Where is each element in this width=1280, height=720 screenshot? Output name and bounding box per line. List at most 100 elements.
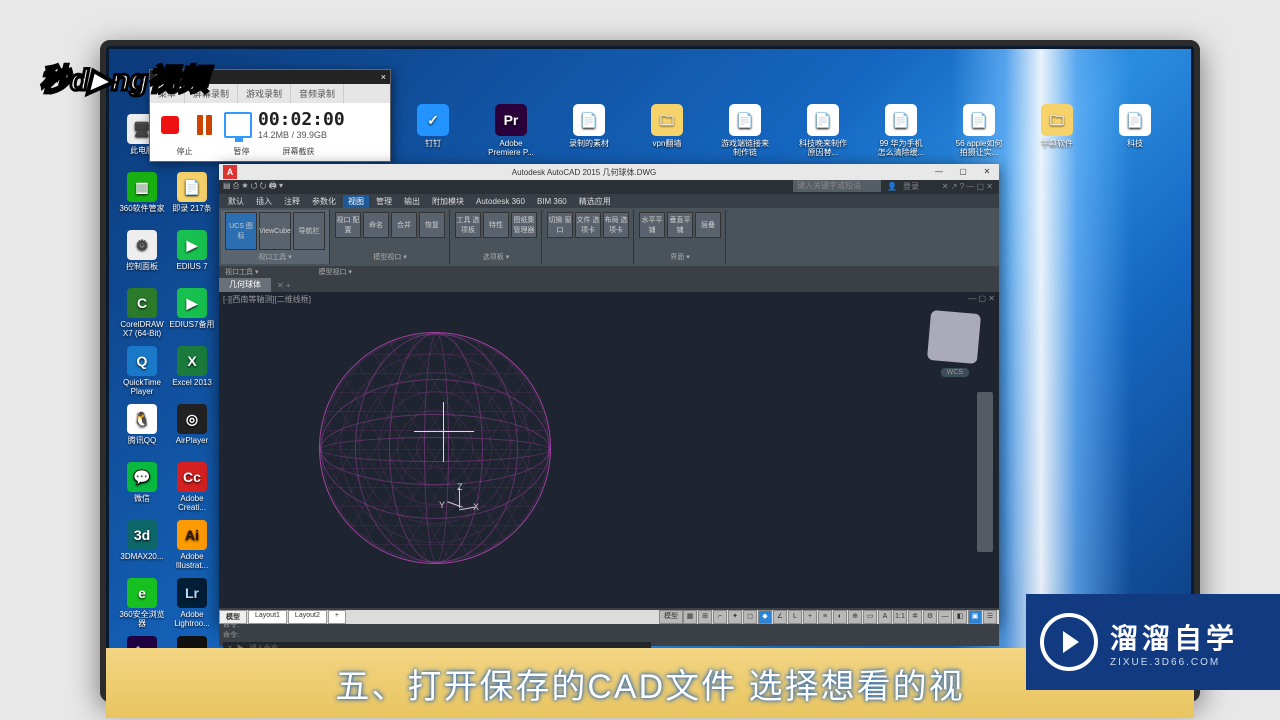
- layout-tab[interactable]: Layout1: [248, 610, 287, 624]
- desktop-icon[interactable]: CCorelDRAW X7 (64-Bit): [119, 288, 165, 340]
- menu-tab[interactable]: 参数化: [307, 195, 341, 208]
- recorder-screenshot-button[interactable]: [224, 111, 252, 139]
- viewport-label[interactable]: [-][西南等轴测][二维线框]: [223, 294, 311, 305]
- ribbon-button[interactable]: 文件 选项卡: [575, 212, 601, 238]
- desktop-icon[interactable]: e360安全浏览器: [119, 578, 165, 630]
- recorder-close-button[interactable]: ×: [381, 72, 386, 82]
- desktop-icon[interactable]: 📄录制的素材: [565, 104, 613, 157]
- recorder-stop-button[interactable]: [156, 111, 184, 139]
- layout-tab[interactable]: Layout2: [288, 610, 327, 624]
- osnap-icon[interactable]: ◻: [743, 610, 757, 624]
- ribbon-button[interactable]: 图纸集 管理器: [511, 212, 537, 238]
- document-tab[interactable]: 几何球体: [219, 278, 271, 292]
- otrack-icon[interactable]: ∠: [773, 610, 787, 624]
- ribbon-button[interactable]: 视口 配置: [335, 212, 361, 238]
- custom-icon[interactable]: ☰: [983, 610, 997, 624]
- qp-icon[interactable]: ⊕: [848, 610, 862, 624]
- minimize-button[interactable]: —: [927, 164, 951, 180]
- menu-tab[interactable]: BIM 360: [532, 196, 572, 207]
- desktop-icon[interactable]: LrAdobe Lightroo...: [169, 578, 215, 630]
- recorder-tab[interactable]: 音频录制: [291, 84, 344, 103]
- login-label[interactable]: 登录: [903, 181, 919, 192]
- add-layout-button[interactable]: +: [328, 610, 346, 624]
- selection-icon[interactable]: ▭: [863, 610, 877, 624]
- layout-tab[interactable]: 模型: [219, 610, 247, 624]
- desktop-icon[interactable]: PrAdobe Premiere P...: [487, 104, 535, 157]
- menu-tab[interactable]: 插入: [251, 195, 277, 208]
- desktop-icon[interactable]: 🗀vpn翻墙: [643, 104, 691, 157]
- desktop-icon[interactable]: 📄99 华为手机怎么清除缓...: [877, 104, 925, 157]
- status-model-label[interactable]: 模型: [659, 610, 683, 624]
- recorder-tab[interactable]: 游戏录制: [238, 84, 291, 103]
- clean-icon[interactable]: ▣: [968, 610, 982, 624]
- menu-tab[interactable]: Autodesk 360: [471, 196, 530, 207]
- menu-tab[interactable]: 管理: [371, 195, 397, 208]
- desktop-icon[interactable]: ▥360软件管家: [119, 172, 165, 224]
- ribbon-button[interactable]: 恢复: [419, 212, 445, 238]
- viewcube-wcs-label[interactable]: WCS: [941, 368, 969, 377]
- close-button[interactable]: ✕: [975, 164, 999, 180]
- desktop-icon[interactable]: QQuickTime Player: [119, 346, 165, 398]
- desktop-icon[interactable]: ▶EDIUS7备用: [169, 288, 215, 340]
- ortho-icon[interactable]: ⌐: [713, 610, 727, 624]
- autocad-window[interactable]: A Autodesk AutoCAD 2015 几何球体.DWG — ▢ ✕ 键…: [219, 164, 999, 624]
- maximize-button[interactable]: ▢: [951, 164, 975, 180]
- workspace-icon[interactable]: ⚙: [923, 610, 937, 624]
- dyn-icon[interactable]: +: [803, 610, 817, 624]
- desktop-icon[interactable]: 3d3DMAX20...: [119, 520, 165, 572]
- viewcube[interactable]: [927, 310, 981, 364]
- anno-icon[interactable]: A: [878, 610, 892, 624]
- ribbon-button[interactable]: 工具 选项板: [455, 212, 481, 238]
- login-icon[interactable]: 👤: [887, 182, 897, 191]
- desktop-icon[interactable]: ⚙控制面板: [119, 230, 165, 282]
- ribbon-button[interactable]: 合并: [391, 212, 417, 238]
- desktop-icon[interactable]: 📄56 apple如何拍摄让实...: [955, 104, 1003, 157]
- autocad-titlebar[interactable]: A Autodesk AutoCAD 2015 几何球体.DWG — ▢ ✕: [219, 164, 999, 180]
- ribbon-button[interactable]: 导航栏: [293, 212, 325, 250]
- desktop-icon[interactable]: 📄科技晚来制作 原因替...: [799, 104, 847, 157]
- polar-icon[interactable]: ✦: [728, 610, 742, 624]
- 3dosnap-icon[interactable]: ◆: [758, 610, 772, 624]
- menu-tab[interactable]: 默认: [223, 195, 249, 208]
- ribbon-button[interactable]: 特性: [483, 212, 509, 238]
- menu-tab[interactable]: 视图: [343, 195, 369, 208]
- isolate-icon[interactable]: ◧: [953, 610, 967, 624]
- ribbon-button[interactable]: 层叠: [695, 212, 721, 238]
- autocad-search-input[interactable]: 键入关键字或短语: [793, 180, 881, 192]
- ribbon-button[interactable]: UCS 图标: [225, 212, 257, 250]
- ribbon-button[interactable]: 切换 窗口: [547, 212, 573, 238]
- ribbon-button[interactable]: 布局 选项卡: [603, 212, 629, 238]
- menu-tab[interactable]: 注释: [279, 195, 305, 208]
- hardware-icon[interactable]: —: [938, 610, 952, 624]
- lwt-icon[interactable]: ≡: [818, 610, 832, 624]
- sublabel-right[interactable]: 模型视口 ▾: [318, 267, 351, 277]
- menu-tab[interactable]: 附加模块: [427, 195, 469, 208]
- ribbon-button[interactable]: 水平平铺: [639, 212, 665, 238]
- gear-icon[interactable]: ✲: [908, 610, 922, 624]
- scale-icon[interactable]: 1:1: [893, 610, 907, 624]
- ribbon-button[interactable]: 垂直平铺: [667, 212, 693, 238]
- desktop-icon[interactable]: ▶EDIUS 7: [169, 230, 215, 282]
- desktop-icon[interactable]: 💬微信: [119, 462, 165, 514]
- ducs-icon[interactable]: L: [788, 610, 802, 624]
- ribbon-button[interactable]: 命名: [363, 212, 389, 238]
- new-tab-button[interactable]: ✕ +: [271, 281, 297, 290]
- desktop-icon[interactable]: XExcel 2013: [169, 346, 215, 398]
- desktop-icon[interactable]: 🐧腾讯QQ: [119, 404, 165, 456]
- viewport-controls[interactable]: — ▢ ✕: [968, 294, 995, 303]
- desktop-icon[interactable]: ✓钉钉: [409, 104, 457, 157]
- desktop-icon[interactable]: ◎AirPlayer: [169, 404, 215, 456]
- ribbon-button[interactable]: ViewCube: [259, 212, 291, 250]
- menu-tab[interactable]: 输出: [399, 195, 425, 208]
- desktop-icon[interactable]: 📄科技: [1111, 104, 1159, 157]
- grid-icon[interactable]: ▦: [683, 610, 697, 624]
- navigation-bar[interactable]: [977, 392, 993, 552]
- sublabel-left[interactable]: 视口工具 ▾: [225, 267, 258, 277]
- desktop-icon[interactable]: 📄即录 217条: [169, 172, 215, 224]
- desktop-icon[interactable]: 📄游戏端链接来制作链: [721, 104, 769, 157]
- transparency-icon[interactable]: ◐: [833, 610, 847, 624]
- recorder-pause-button[interactable]: [190, 111, 218, 139]
- desktop-icon[interactable]: AiAdobe Illustrat...: [169, 520, 215, 572]
- autocad-viewport[interactable]: [-][西南等轴测][二维线框] Z Y X: [219, 292, 999, 608]
- menu-tab[interactable]: 精选应用: [574, 195, 616, 208]
